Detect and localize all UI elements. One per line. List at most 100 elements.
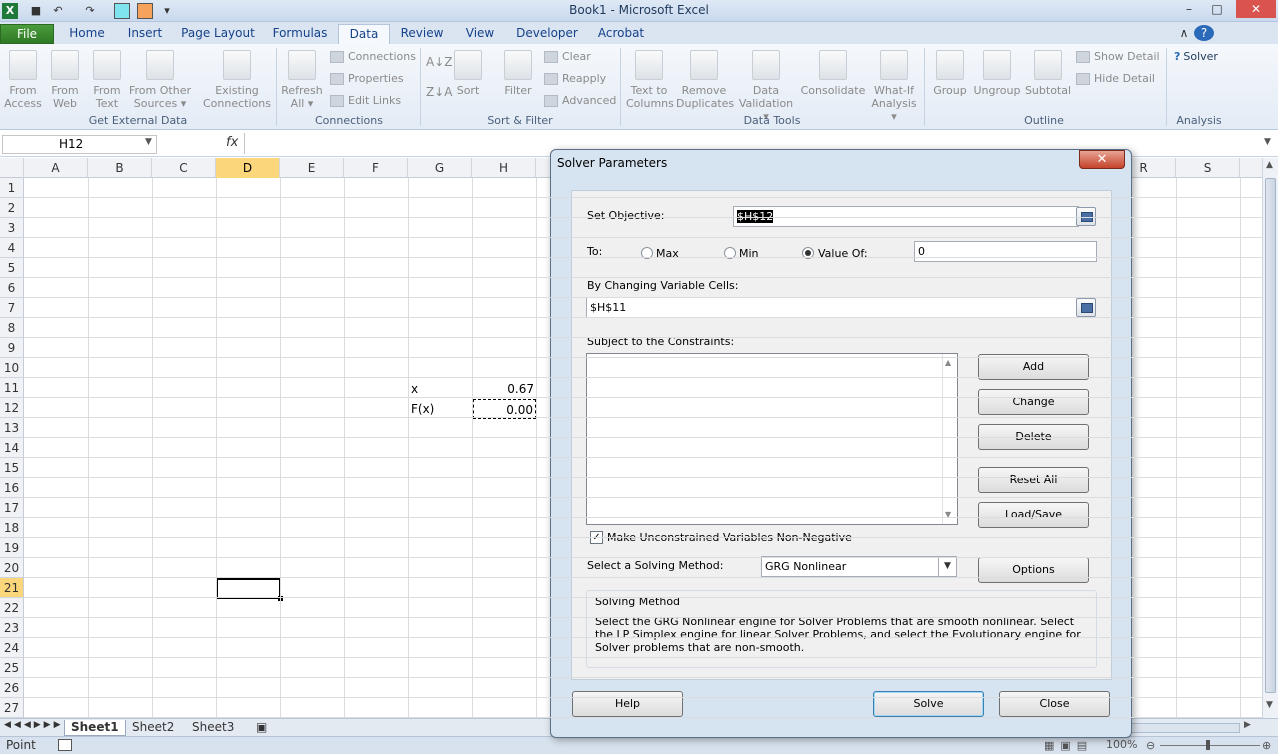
value-of-label[interactable]: Value Of: [818,247,868,260]
cell-h11[interactable]: 0.67 [472,379,534,399]
column-header-f[interactable]: F [344,158,408,178]
collapse-dialog-changing-icon[interactable] [1076,298,1096,317]
insert-sheet-icon[interactable]: ▣ [250,720,273,736]
min-label[interactable]: Min [739,247,759,260]
solving-method-select[interactable]: GRG Nonlinear [761,556,957,577]
load-save-button[interactable]: Load/Save [978,502,1089,528]
subtotal-button[interactable]: Subtotal [1024,50,1072,97]
row-header-20[interactable]: 20 [0,558,24,578]
zoom-slider-thumb[interactable] [1206,740,1210,750]
hide-detail-button[interactable]: Hide Detail [1076,71,1155,87]
tab-view[interactable]: View [456,24,504,44]
tab-insert[interactable]: Insert [118,24,172,44]
row-header-15[interactable]: 15 [0,458,24,478]
zoom-level[interactable]: 100% [1106,738,1137,751]
row-header-21[interactable]: 21 [0,578,24,598]
tab-data[interactable]: Data [338,24,390,44]
column-header-a[interactable]: A [24,158,88,178]
sort-descending-icon[interactable]: Z↓A [426,84,452,100]
refresh-all-button[interactable]: Refresh All ▾ [280,50,324,110]
row-header-11[interactable]: 11 [0,378,24,398]
sheet-tab-sheet1[interactable]: Sheet1 [64,720,126,736]
tab-acrobat[interactable]: Acrobat [590,24,652,44]
reset-all-button[interactable]: Reset All [978,467,1089,493]
column-header-c[interactable]: C [152,158,216,178]
row-header-4[interactable]: 4 [0,238,24,258]
constraints-list[interactable]: ▲ ▼ [586,353,958,525]
select-all-corner[interactable] [0,158,24,178]
expand-formula-bar-icon[interactable]: ▼ [1264,137,1271,147]
row-header-23[interactable]: 23 [0,618,24,638]
advanced-button[interactable]: Advanced [544,93,616,109]
sheet-tab-sheet2[interactable]: Sheet2 [126,720,180,736]
remove-duplicates-button[interactable]: Remove Duplicates [676,50,734,110]
row-header-22[interactable]: 22 [0,598,24,618]
scroll-thumb[interactable] [1265,178,1276,693]
properties-button[interactable]: Properties [330,71,404,87]
row-header-1[interactable]: 1 [0,178,24,198]
horizontal-scrollbar[interactable] [1130,723,1240,733]
name-box[interactable]: H12 [2,135,157,154]
from-web-button[interactable]: From Web [46,50,84,110]
insert-function-icon[interactable]: fx [226,135,238,150]
tab-review[interactable]: Review [394,24,450,44]
row-header-24[interactable]: 24 [0,638,24,658]
active-cell-d21[interactable] [216,578,281,599]
row-header-7[interactable]: 7 [0,298,24,318]
from-other-sources-button[interactable]: From Other Sources ▾ [128,50,192,110]
row-header-12[interactable]: 12 [0,398,24,418]
cell-g11[interactable]: x [411,379,418,399]
from-access-button[interactable]: From Access [4,50,42,110]
tab-formulas[interactable]: Formulas [266,24,334,44]
column-header-e[interactable]: E [280,158,344,178]
clear-button[interactable]: Clear [544,49,591,65]
column-header-s[interactable]: S [1176,158,1240,178]
minimize-button[interactable]: – [1176,0,1202,18]
ribbon-minimize-icon[interactable]: ∧ [1174,24,1194,44]
max-label[interactable]: Max [656,247,679,260]
row-header-14[interactable]: 14 [0,438,24,458]
dialog-close-button[interactable]: ✕ [1079,150,1125,169]
row-header-27[interactable]: 27 [0,698,24,718]
row-header-8[interactable]: 8 [0,318,24,338]
column-header-g[interactable]: G [408,158,472,178]
data-validation-button[interactable]: Data Validation ▾ [736,50,796,123]
show-detail-button[interactable]: Show Detail [1076,49,1160,65]
tab-file[interactable]: File [0,24,54,44]
restore-button[interactable]: □ [1204,0,1230,18]
help-icon[interactable]: ? [1194,25,1214,41]
name-box-dropdown-icon[interactable]: ▼ [145,137,152,147]
tab-home[interactable]: Home [60,24,114,44]
row-header-19[interactable]: 19 [0,538,24,558]
column-header-d[interactable]: D [216,158,280,178]
row-header-25[interactable]: 25 [0,658,24,678]
group-button[interactable]: Group [930,50,970,97]
sort-ascending-icon[interactable]: A↓Z [426,54,452,70]
edit-links-button[interactable]: Edit Links [330,93,401,109]
what-if-analysis-button[interactable]: What-If Analysis ▾ [868,50,920,123]
value-of-input[interactable]: 0 [914,241,1097,262]
existing-connections-button[interactable]: Existing Connections [202,50,272,110]
consolidate-button[interactable]: Consolidate [800,50,866,97]
cell-g12[interactable]: F(x) [411,399,434,419]
solving-method-dropdown-icon[interactable]: ▼ [938,557,956,576]
options-button[interactable]: Options [978,557,1089,583]
sheet-nav-icons[interactable]: ◀◀◀▶▶▶ [4,720,64,730]
zoom-in-icon[interactable]: ⊕ [1262,739,1271,752]
row-header-17[interactable]: 17 [0,498,24,518]
row-header-3[interactable]: 3 [0,218,24,238]
cell-h12[interactable]: 0.00 [473,399,536,419]
scroll-down-icon[interactable]: ▼ [1266,700,1273,710]
change-button[interactable]: Change [978,389,1089,415]
constraints-scrollbar[interactable] [942,354,957,524]
text-to-columns-button[interactable]: Text to Columns [626,50,674,110]
row-header-9[interactable]: 9 [0,338,24,358]
row-header-10[interactable]: 10 [0,358,24,378]
solve-button[interactable]: Solve [873,691,984,717]
row-header-18[interactable]: 18 [0,518,24,538]
column-header-h[interactable]: H [472,158,536,178]
view-buttons-icons[interactable]: ▦▣▤ [1044,739,1093,752]
filter-button[interactable]: Filter [500,50,536,97]
ungroup-button[interactable]: Ungroup [972,50,1022,97]
tab-page-layout[interactable]: Page Layout [178,24,258,44]
